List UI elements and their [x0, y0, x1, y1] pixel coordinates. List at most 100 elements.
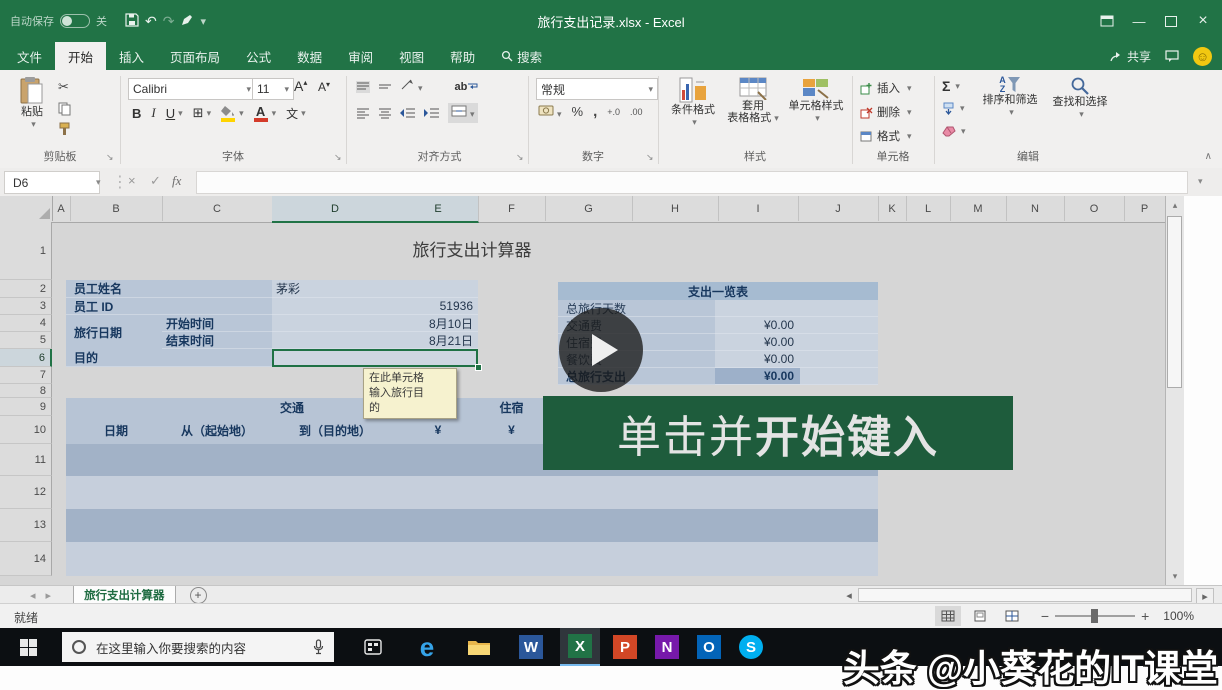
cell-styles-button[interactable]: 单元格样式▾	[786, 76, 846, 124]
tab-data[interactable]: 数据	[284, 42, 335, 70]
hscroll-left-icon[interactable]: ◂	[842, 588, 856, 602]
tab-help[interactable]: 帮助	[437, 42, 488, 70]
col-M[interactable]: M	[950, 196, 1007, 221]
comma-style-icon[interactable]: ,	[593, 103, 597, 120]
share-button[interactable]: 共享	[1110, 48, 1151, 65]
sheet-tab-active[interactable]: 旅行支出计算器	[73, 586, 176, 604]
find-select-button[interactable]: 查找和选择▾	[1048, 76, 1112, 120]
collapse-ribbon-icon[interactable]: ∧	[1205, 151, 1212, 162]
increase-decimal-icon[interactable]: +.0	[607, 107, 620, 117]
insert-function-icon[interactable]: fx	[172, 173, 181, 189]
sheet-nav-left-icon[interactable]: ◂	[30, 589, 36, 602]
zoom-out-icon[interactable]: −	[1041, 608, 1049, 624]
col-F[interactable]: F	[478, 196, 546, 221]
info-name-value-cell[interactable]: 茅彩	[272, 280, 478, 298]
outlook-icon[interactable]: O	[692, 631, 726, 663]
row-9[interactable]: 9	[0, 398, 52, 416]
align-center-icon[interactable]	[378, 107, 392, 119]
tab-review[interactable]: 审阅	[335, 42, 386, 70]
selected-cell-D6[interactable]	[272, 349, 478, 367]
autosum-button[interactable]: Σ▾	[942, 78, 960, 94]
worksheet-title[interactable]: 旅行支出计算器	[272, 228, 672, 268]
ribbon-search[interactable]: 搜索	[488, 42, 555, 70]
col-C[interactable]: C	[162, 196, 273, 221]
row-8[interactable]: 8	[0, 384, 52, 398]
summary-row-value[interactable]: ¥0.00	[715, 317, 800, 334]
col-K[interactable]: K	[878, 196, 907, 221]
summary-row-value[interactable]: ¥0.00	[715, 351, 800, 368]
info-purpose-label-cell[interactable]: 目的	[66, 349, 272, 367]
align-top-icon[interactable]	[356, 81, 370, 93]
shrink-font-icon[interactable]: A▾	[318, 80, 330, 94]
tab-page-layout[interactable]: 页面布局	[157, 42, 233, 70]
skype-icon[interactable]: S	[734, 631, 768, 663]
italic-icon[interactable]: I	[151, 105, 155, 121]
vscroll-thumb[interactable]	[1167, 216, 1182, 388]
tab-file[interactable]: 文件	[4, 42, 55, 70]
formula-input[interactable]	[196, 171, 1188, 194]
info-name-label-cell[interactable]: 员工姓名	[66, 280, 272, 298]
select-all-corner[interactable]	[28, 196, 53, 221]
copy-icon[interactable]	[58, 102, 72, 121]
row-6[interactable]: 6	[0, 349, 52, 367]
format-as-table-button[interactable]: 套用 表格格式▾	[724, 76, 782, 124]
hscroll-right-icon[interactable]: ▸	[1196, 588, 1214, 604]
col-J[interactable]: J	[798, 196, 879, 221]
row-14[interactable]: 14	[0, 542, 52, 576]
tab-view[interactable]: 视图	[386, 42, 437, 70]
zoom-in-icon[interactable]: +	[1141, 608, 1149, 624]
phonetic-guide-icon[interactable]: 文	[286, 105, 298, 122]
borders-icon[interactable]: ⊞	[193, 105, 204, 121]
decrease-indent-icon[interactable]	[400, 107, 416, 119]
summary-row-spacer[interactable]	[800, 317, 878, 334]
row-5[interactable]: 5	[0, 332, 52, 349]
conditional-formatting-button[interactable]: 条件格式▾	[666, 76, 720, 128]
word-icon[interactable]: W	[514, 631, 548, 663]
horizontal-scrollbar[interactable]	[858, 588, 1192, 602]
microphone-icon[interactable]	[313, 639, 324, 655]
normal-view-icon[interactable]	[935, 606, 961, 626]
tab-insert[interactable]: 插入	[106, 42, 157, 70]
bold-icon[interactable]: B	[132, 106, 141, 121]
vertical-scrollbar[interactable]: ▴ ▾	[1165, 196, 1184, 585]
merge-center-icon[interactable]: ▾	[448, 103, 478, 123]
new-sheet-icon[interactable]: +	[190, 587, 207, 604]
taskbar-search[interactable]: 在这里输入你要搜索的内容	[62, 632, 334, 662]
orientation-icon[interactable]: ▾	[400, 78, 423, 96]
col-E[interactable]: E	[398, 196, 479, 223]
col-H[interactable]: H	[632, 196, 719, 221]
percent-style-icon[interactable]: %	[572, 104, 584, 119]
excel-icon-active[interactable]: X	[560, 628, 600, 666]
summary-row-value[interactable]	[715, 300, 800, 317]
powerpoint-icon[interactable]: P	[608, 631, 642, 663]
summary-row-value[interactable]: ¥0.00	[715, 334, 800, 351]
expense-data-row[interactable]	[66, 509, 878, 543]
font-size-select[interactable]: 11▾	[252, 78, 294, 100]
expense-data-row[interactable]	[66, 476, 878, 510]
row-1[interactable]: 1	[0, 222, 52, 280]
info-end-value-cell[interactable]: 8月21日	[272, 332, 478, 349]
cut-icon[interactable]: ✂	[58, 79, 69, 95]
format-painter-icon[interactable]	[58, 122, 72, 141]
zoom-level[interactable]: 100%	[1163, 609, 1194, 623]
start-button[interactable]	[0, 628, 56, 666]
ribbon-display-options-icon[interactable]	[1092, 8, 1122, 34]
number-format-select[interactable]: 常规▾	[536, 78, 658, 100]
col-D[interactable]: D	[272, 196, 399, 223]
alignment-dialog-launcher-icon[interactable]: ↘	[516, 152, 524, 163]
page-break-view-icon[interactable]	[999, 606, 1025, 626]
clipboard-dialog-launcher-icon[interactable]: ↘	[106, 152, 114, 163]
number-dialog-launcher-icon[interactable]: ↘	[646, 152, 654, 163]
sheet-nav-right-icon[interactable]: ▸	[46, 589, 52, 602]
summary-row-spacer[interactable]	[800, 351, 878, 368]
summary-total-value[interactable]: ¥0.00	[715, 368, 800, 385]
paste-button[interactable]: 粘贴▾	[12, 76, 52, 130]
row-7[interactable]: 7	[0, 367, 52, 384]
summary-row-spacer[interactable]	[800, 334, 878, 351]
onenote-icon[interactable]: N	[650, 631, 684, 663]
row-12[interactable]: 12	[0, 476, 52, 509]
clear-button[interactable]: ▾	[942, 125, 966, 137]
font-name-select[interactable]: Calibri▾	[128, 78, 256, 100]
restore-button[interactable]	[1156, 8, 1186, 34]
underline-icon[interactable]: U	[166, 106, 175, 121]
